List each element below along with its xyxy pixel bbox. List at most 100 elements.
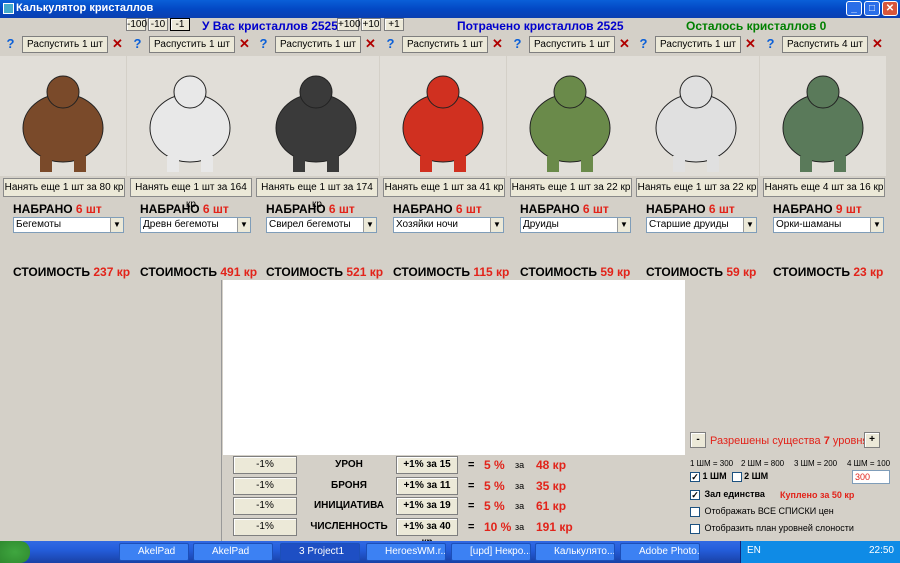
remove-icon[interactable]: ✕: [870, 36, 885, 53]
stat-equals: =: [468, 480, 475, 492]
title-bar: Калькулятор кристаллов _ □ ✕: [0, 0, 900, 18]
shm-value-input[interactable]: 300: [852, 470, 890, 484]
hire-button[interactable]: Нанять еще 1 шт за 22 кр: [636, 178, 758, 197]
stat-minus-button[interactable]: -1%: [233, 477, 297, 495]
start-button[interactable]: [0, 541, 30, 563]
stat-plus-button[interactable]: +1% за 19 кр: [396, 497, 458, 527]
cost-value: 115 кр: [473, 265, 510, 279]
taskbar-item[interactable]: [upd] Некро...: [451, 543, 531, 561]
unit-select[interactable]: Свирел бегемоты ▼: [266, 217, 377, 233]
unit-toolbar: ? Распустить 1 шт ✕: [507, 34, 633, 54]
release-button[interactable]: Распустить 1 шт: [529, 36, 615, 53]
cost-value: 23 кр: [853, 265, 884, 279]
unit-toolbar: ? Распустить 1 шт ✕: [380, 34, 506, 54]
chevron-down-icon[interactable]: ▼: [870, 218, 883, 232]
chevron-down-icon[interactable]: ▼: [237, 218, 250, 232]
plus-100-button[interactable]: +100: [337, 18, 361, 31]
help-icon[interactable]: ?: [762, 36, 779, 53]
show-plan-checkbox[interactable]: [690, 523, 700, 534]
show-all-checkbox[interactable]: [690, 506, 700, 517]
minimize-button[interactable]: _: [846, 1, 862, 16]
taskbar-item[interactable]: Adobe Photo...: [620, 543, 700, 561]
taskbar-item[interactable]: HeroesWM.r...: [366, 543, 446, 561]
level-minus-button[interactable]: -: [690, 432, 706, 448]
creature-image-panel: [0, 56, 126, 176]
recruited-count: 6 шт: [455, 202, 482, 216]
stat-equals: =: [468, 459, 475, 471]
preview-area: [223, 280, 685, 455]
close-button[interactable]: ✕: [882, 1, 898, 16]
remove-icon[interactable]: ✕: [110, 36, 125, 53]
shm1-checkbox[interactable]: ✓: [690, 471, 700, 482]
elder-druid-icon: [655, 75, 737, 172]
release-button[interactable]: Распустить 1 шт: [22, 36, 108, 53]
level-plus-button[interactable]: +: [864, 432, 880, 448]
unit-select[interactable]: Хозяйки ночи ▼: [393, 217, 504, 233]
hire-button[interactable]: Нанять еще 1 шт за 22 кр: [510, 178, 632, 197]
minus-100-button[interactable]: -100: [126, 18, 147, 31]
unit-select[interactable]: Древн бегемоты ▼: [140, 217, 251, 233]
hire-button[interactable]: Нанять еще 1 шт за 174 кр: [256, 178, 378, 210]
taskbar-item[interactable]: 3 Project1: [280, 543, 360, 561]
show-plan-label: Отобразить план уровней слоности: [704, 523, 854, 533]
remove-icon[interactable]: ✕: [490, 36, 505, 53]
unit-select[interactable]: Бегемоты ▼: [13, 217, 124, 233]
creature-image-panel: [633, 56, 759, 176]
cost-value: 59 кр: [726, 265, 757, 279]
hire-button[interactable]: Нанять еще 1 шт за 164 кр: [130, 178, 252, 210]
chevron-down-icon[interactable]: ▼: [110, 218, 123, 232]
remove-icon[interactable]: ✕: [363, 36, 378, 53]
shm2-checkbox[interactable]: [731, 471, 742, 482]
stat-minus-button[interactable]: -1%: [233, 497, 297, 515]
minus-10-button[interactable]: -10: [148, 18, 168, 31]
release-button[interactable]: Распустить 1 шт: [149, 36, 235, 53]
plus-1-button[interactable]: +1: [384, 18, 404, 31]
release-button[interactable]: Распустить 1 шт: [655, 36, 741, 53]
minus-1-button[interactable]: -1: [170, 18, 190, 31]
chevron-down-icon[interactable]: ▼: [617, 218, 630, 232]
stat-plus-button[interactable]: +1% за 11 кр: [396, 477, 458, 507]
unit-select[interactable]: Старшие друиды ▼: [646, 217, 757, 233]
stat-minus-button[interactable]: -1%: [233, 456, 297, 474]
language-indicator[interactable]: EN: [747, 545, 761, 556]
unit-select[interactable]: Друиды ▼: [520, 217, 631, 233]
maximize-button[interactable]: □: [864, 1, 880, 16]
show-all-row: Отображать ВСЕ СПИСКИ цен: [690, 506, 834, 517]
remove-icon[interactable]: ✕: [617, 36, 632, 53]
stat-minus-button[interactable]: -1%: [233, 518, 297, 536]
chevron-down-icon[interactable]: ▼: [363, 218, 376, 232]
remove-icon[interactable]: ✕: [743, 36, 758, 53]
stat-row: -1% ЧИСЛЕННОСТЬ +1% за 40 кр = 10 %за 191 кр: [232, 518, 582, 548]
help-icon[interactable]: ?: [255, 36, 272, 53]
help-icon[interactable]: ?: [509, 36, 526, 53]
stat-for: за: [515, 501, 525, 511]
help-icon[interactable]: ?: [382, 36, 399, 53]
stat-plus-button[interactable]: +1% за 15 кр: [396, 456, 458, 486]
hire-button[interactable]: Нанять еще 1 шт за 80 кр: [3, 178, 125, 197]
stat-for: за: [515, 460, 525, 470]
stat-plus-button[interactable]: +1% за 40 кр: [396, 518, 458, 548]
cost-label: СТОИМОСТЬ 115 кр: [393, 265, 509, 279]
chevron-down-icon[interactable]: ▼: [490, 218, 503, 232]
release-button[interactable]: Распустить 4 шт: [782, 36, 868, 53]
zal-checkbox[interactable]: ✓: [690, 489, 700, 500]
help-icon[interactable]: ?: [635, 36, 652, 53]
taskbar-item[interactable]: Калькулято...: [535, 543, 615, 561]
recruited-caption: НАБРАНО: [266, 202, 326, 216]
remove-icon[interactable]: ✕: [237, 36, 252, 53]
plus-10-button[interactable]: +10: [361, 18, 381, 31]
taskbar-item[interactable]: AkelPad: [193, 543, 273, 561]
help-icon[interactable]: ?: [2, 36, 19, 53]
help-icon[interactable]: ?: [129, 36, 146, 53]
hire-button[interactable]: Нанять еще 4 шт за 16 кр: [763, 178, 885, 197]
release-button[interactable]: Распустить 1 шт: [275, 36, 361, 53]
stat-name: БРОНЯ: [331, 480, 367, 491]
recruited-label: НАБРАНО 6 шт: [140, 202, 229, 216]
hire-button[interactable]: Нанять еще 1 шт за 41 кр: [383, 178, 505, 197]
taskbar-item[interactable]: AkelPad: [119, 543, 189, 561]
chevron-down-icon[interactable]: ▼: [743, 218, 756, 232]
unit-select[interactable]: Орки-шаманы ▼: [773, 217, 884, 233]
release-button[interactable]: Распустить 1 шт: [402, 36, 488, 53]
recruited-label: НАБРАНО 9 шт: [773, 202, 862, 216]
rate-2: 2 ШМ = 800: [741, 459, 785, 468]
